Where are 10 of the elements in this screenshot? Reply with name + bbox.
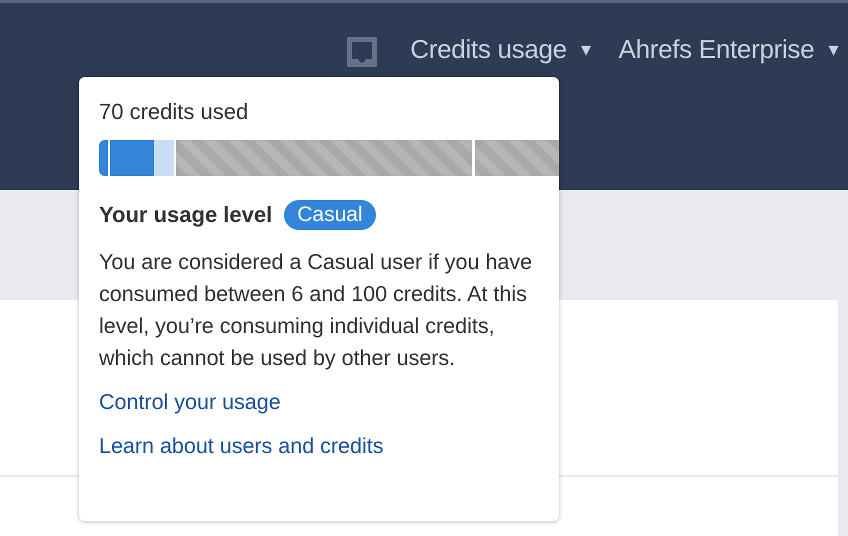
level-description: You are considered a Casual user if you have consumed between 6 and 100 credits. At this level, you’re consuming individual credits, which cannot be used by other users. xyxy=(99,249,534,372)
usage-level-label: Your usage level xyxy=(99,202,272,228)
help-link[interactable]: Learn about users and credits xyxy=(99,424,384,468)
nav-menu[interactable]: Credits usage ▾ xyxy=(410,34,591,65)
credits-used-text: 70 credits used xyxy=(99,99,250,125)
inbox-icon[interactable] xyxy=(346,36,378,68)
help-link[interactable]: Control your usage xyxy=(99,380,281,424)
level-badge: Casual xyxy=(284,200,376,230)
level-range-segment xyxy=(154,140,176,176)
nav-menu[interactable]: Ahrefs Enterprise ▾ xyxy=(618,34,838,65)
